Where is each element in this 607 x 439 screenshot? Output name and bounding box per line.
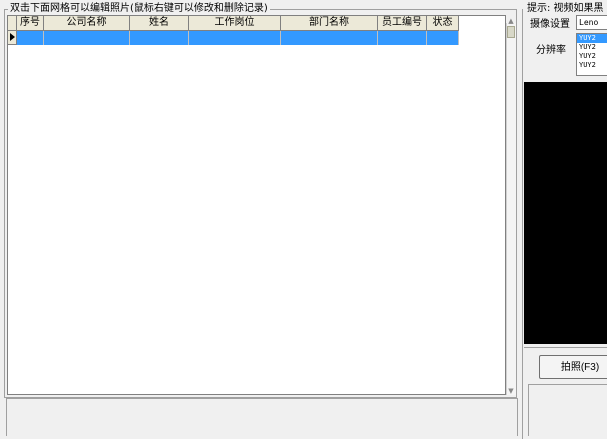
column-header-position[interactable]: 工作岗位 xyxy=(189,16,281,31)
resolution-option[interactable]: YUY2 xyxy=(577,52,607,61)
table-row-cell[interactable] xyxy=(130,31,189,45)
bottom-left-panel xyxy=(6,398,518,436)
table-row-cell[interactable] xyxy=(281,31,378,45)
resolution-list[interactable]: YUY2 YUY2 YUY2 YUY2 xyxy=(576,33,607,76)
row-indicator[interactable] xyxy=(8,31,17,45)
table-row-cell[interactable] xyxy=(44,31,130,45)
table-row-cell[interactable] xyxy=(427,31,459,45)
resolution-option[interactable]: YUY2 xyxy=(577,43,607,52)
scroll-down-icon[interactable]: ▼ xyxy=(507,387,515,395)
table-row-cell[interactable] xyxy=(378,31,427,45)
table-row-cell[interactable] xyxy=(17,31,44,45)
column-header-name[interactable]: 姓名 xyxy=(130,16,189,31)
capture-photo-button[interactable]: 拍照(F3) xyxy=(539,355,607,379)
column-header-index[interactable]: 序号 xyxy=(17,16,44,31)
resolution-label: 分辨率 xyxy=(536,45,566,56)
grid-vertical-scrollbar[interactable] xyxy=(506,23,516,395)
resolution-option[interactable]: YUY2 xyxy=(577,61,607,70)
employee-grid[interactable]: 序号 公司名称 姓名 工作岗位 部门名称 员工编号 状态 xyxy=(7,15,506,395)
column-header-department[interactable]: 部门名称 xyxy=(281,16,378,31)
panel-divider xyxy=(524,347,607,348)
scroll-up-icon[interactable]: ▲ xyxy=(507,17,515,25)
grid-corner xyxy=(8,16,17,31)
column-header-status[interactable]: 状态 xyxy=(427,16,459,31)
video-preview xyxy=(524,82,607,344)
current-row-arrow-icon xyxy=(10,33,15,41)
camera-hint: 提示: 视频如果黑 xyxy=(527,2,604,15)
column-header-employee-id[interactable]: 员工编号 xyxy=(378,16,427,31)
grid-header: 序号 公司名称 姓名 工作岗位 部门名称 员工编号 状态 xyxy=(8,16,505,31)
camera-setting-label: 摄像设置 xyxy=(530,19,570,30)
column-header-company[interactable]: 公司名称 xyxy=(44,16,130,31)
grid-caption: 双击下面网格可以编辑照片(鼠标右键可以修改和删除记录) xyxy=(8,2,270,15)
camera-device-select[interactable]: Leno xyxy=(576,15,607,30)
table-row-cell[interactable] xyxy=(189,31,281,45)
right-bottom-panel xyxy=(528,384,607,436)
resolution-option[interactable]: YUY2 xyxy=(577,34,607,43)
scroll-thumb[interactable] xyxy=(507,26,515,38)
